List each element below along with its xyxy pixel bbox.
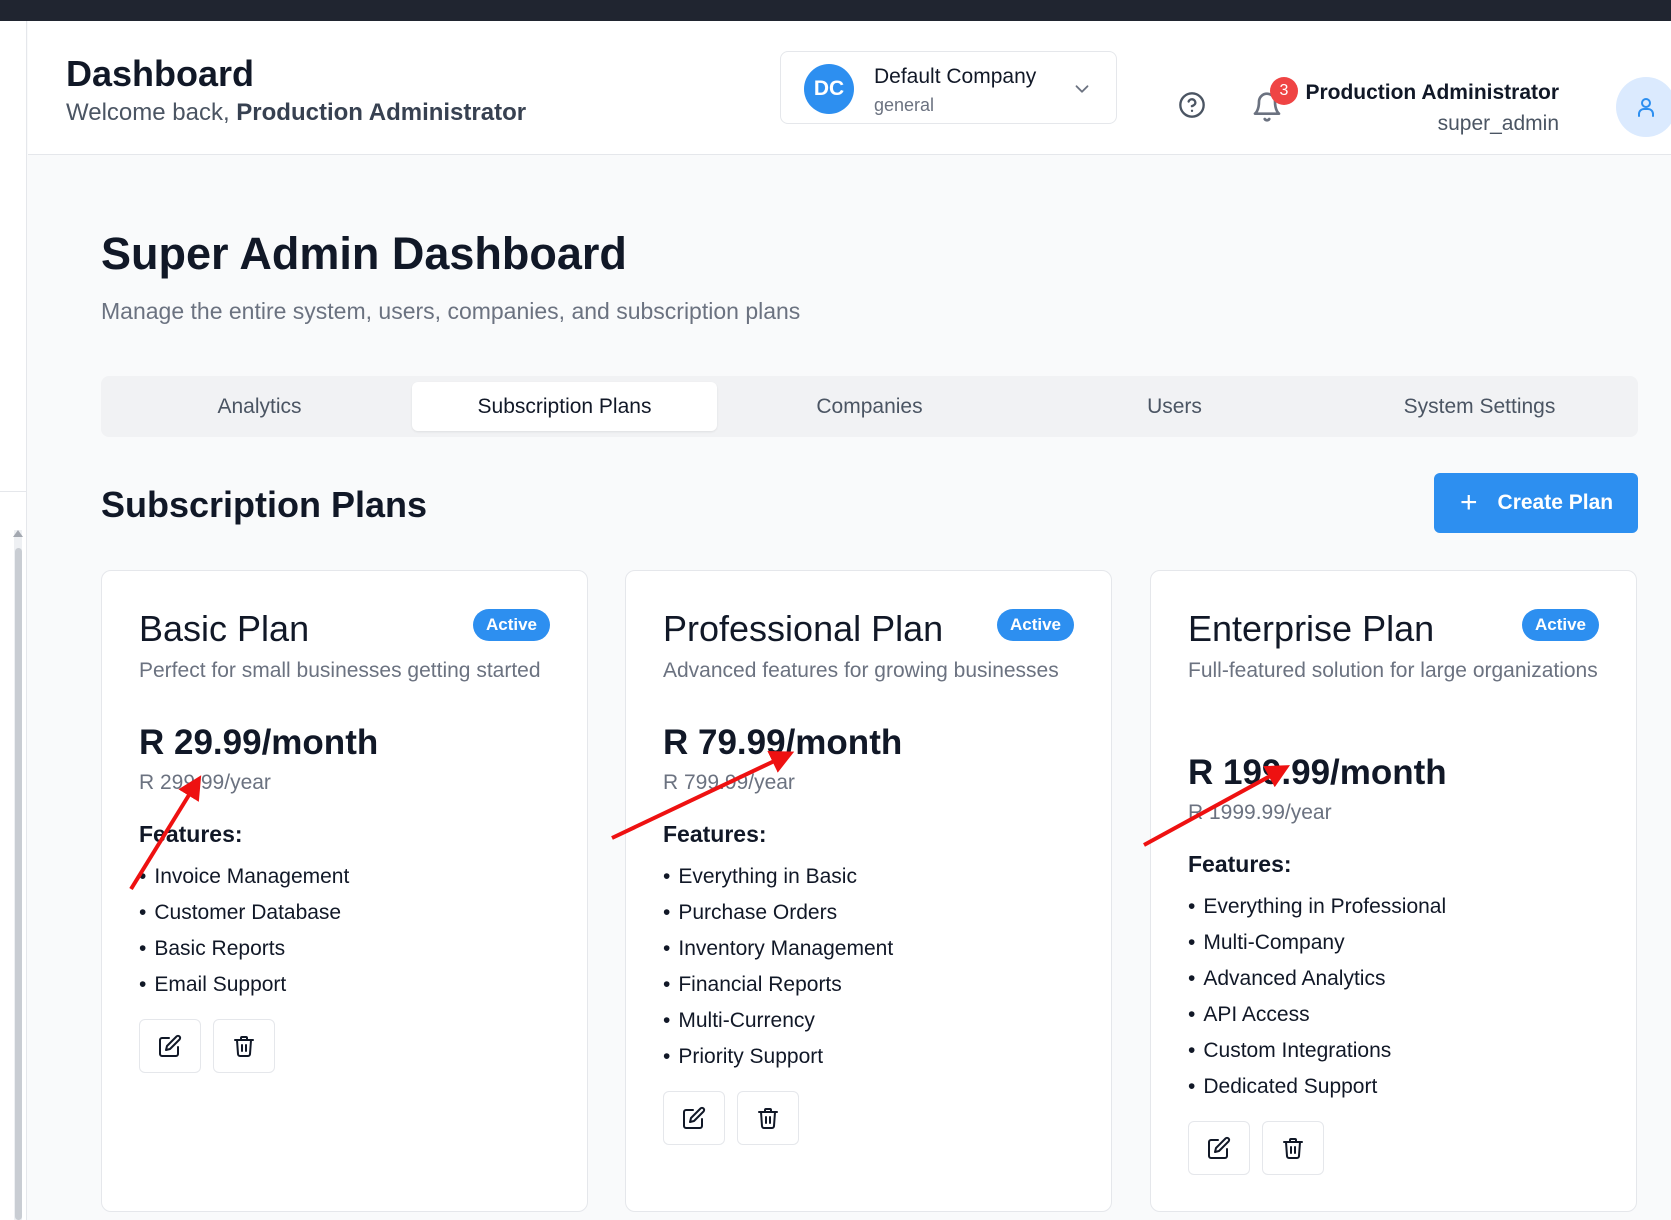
list-item: Invoice Management xyxy=(139,859,349,895)
feature-list: Invoice Management Customer Database Bas… xyxy=(139,859,349,1003)
chevron-down-icon xyxy=(1075,85,1089,93)
welcome-name: Production Administrator xyxy=(236,99,527,126)
plan-actions xyxy=(139,1019,275,1073)
edit-icon xyxy=(1208,1136,1231,1159)
scrollbar-thumb[interactable] xyxy=(15,548,22,1220)
tab-users[interactable]: Users xyxy=(1022,382,1327,431)
delete-plan-button[interactable] xyxy=(737,1091,799,1145)
list-item: Email Support xyxy=(139,967,349,1003)
delete-plan-button[interactable] xyxy=(213,1019,275,1073)
status-badge: Active xyxy=(473,609,550,641)
list-item: Basic Reports xyxy=(139,931,349,967)
plan-monthly-price: R 199.99/month xyxy=(1188,753,1447,792)
header-title: Dashboard xyxy=(66,53,255,94)
plan-description: Advanced features for growing businesses xyxy=(663,659,1059,682)
section-title: Subscription Plans xyxy=(101,484,428,525)
list-item: Customer Database xyxy=(139,895,349,931)
plan-yearly-price: R 1999.99/year xyxy=(1188,801,1332,824)
plan-yearly-price: R 799.99/year xyxy=(663,771,795,794)
list-item: Dedicated Support xyxy=(1188,1069,1446,1105)
list-item: Multi-Company xyxy=(1188,925,1446,961)
plan-description: Full-featured solution for large organiz… xyxy=(1188,659,1598,682)
notification-count-badge: 3 xyxy=(1270,77,1298,105)
trash-icon xyxy=(234,1036,254,1057)
status-badge: Active xyxy=(1522,609,1599,641)
plan-card-basic: Basic Plan Active Perfect for small busi… xyxy=(101,570,588,1212)
left-panel-divider xyxy=(0,491,27,492)
list-item: Priority Support xyxy=(663,1039,893,1075)
plan-monthly-price: R 29.99/month xyxy=(139,723,379,762)
user-role: super_admin xyxy=(1437,112,1559,135)
help-circle-icon[interactable] xyxy=(1178,91,1206,119)
welcome-message: Welcome back, Production Administrator xyxy=(66,99,526,127)
window-top-strip xyxy=(0,0,1671,21)
list-item: Financial Reports xyxy=(663,967,893,1003)
edit-plan-button[interactable] xyxy=(139,1019,201,1073)
plan-description: Perfect for small businesses getting sta… xyxy=(139,659,541,682)
edit-plan-button[interactable] xyxy=(663,1091,725,1145)
list-item: Custom Integrations xyxy=(1188,1033,1446,1069)
welcome-prefix: Welcome back, xyxy=(66,99,237,126)
plan-monthly-price: R 79.99/month xyxy=(663,723,903,762)
scroll-up-arrow-icon[interactable] xyxy=(13,530,23,537)
features-title: Features: xyxy=(1188,851,1292,877)
user-icon xyxy=(1638,98,1654,117)
tab-bar: Analytics Subscription Plans Companies U… xyxy=(101,376,1638,437)
list-item: Purchase Orders xyxy=(663,895,893,931)
plan-name: Basic Plan xyxy=(139,608,310,649)
list-item: Everything in Basic xyxy=(663,859,893,895)
edit-icon xyxy=(159,1034,182,1057)
delete-plan-button[interactable] xyxy=(1262,1121,1324,1175)
company-avatar: DC xyxy=(804,64,854,114)
edit-plan-button[interactable] xyxy=(1188,1121,1250,1175)
create-plan-button[interactable]: + Create Plan xyxy=(1434,473,1638,533)
user-name: Production Administrator xyxy=(1305,81,1559,104)
trash-icon xyxy=(1283,1138,1303,1159)
list-item: Inventory Management xyxy=(663,931,893,967)
plan-card-professional: Professional Plan Active Advanced featur… xyxy=(625,570,1112,1212)
list-item: Everything in Professional xyxy=(1188,889,1446,925)
plus-icon: + xyxy=(1460,486,1478,519)
plan-actions xyxy=(663,1091,799,1145)
company-type: general xyxy=(874,95,935,115)
list-item: Advanced Analytics xyxy=(1188,961,1446,997)
tab-subscription-plans[interactable]: Subscription Plans xyxy=(412,382,717,431)
plan-yearly-price: R 299.99/year xyxy=(139,771,271,794)
user-avatar[interactable] xyxy=(1616,77,1671,137)
tab-system-settings[interactable]: System Settings xyxy=(1327,382,1632,431)
tab-analytics[interactable]: Analytics xyxy=(107,382,412,431)
trash-icon xyxy=(758,1108,778,1129)
plan-name: Enterprise Plan xyxy=(1188,608,1435,649)
create-plan-label: Create Plan xyxy=(1497,491,1614,514)
page-title: Super Admin Dashboard xyxy=(101,228,627,279)
company-switcher[interactable]: DC Default Company general xyxy=(780,51,1117,124)
features-title: Features: xyxy=(663,821,767,847)
edit-icon xyxy=(683,1106,706,1129)
plan-actions xyxy=(1188,1121,1324,1175)
feature-list: Everything in Basic Purchase Orders Inve… xyxy=(663,859,893,1075)
list-item: API Access xyxy=(1188,997,1446,1033)
tab-companies[interactable]: Companies xyxy=(717,382,1022,431)
plan-name: Professional Plan xyxy=(663,608,944,649)
feature-list: Everything in Professional Multi-Company… xyxy=(1188,889,1446,1105)
top-header: Dashboard Welcome back, Production Admin… xyxy=(28,21,1671,155)
plan-card-enterprise: Enterprise Plan Active Full-featured sol… xyxy=(1150,570,1637,1212)
list-item: Multi-Currency xyxy=(663,1003,893,1039)
features-title: Features: xyxy=(139,821,243,847)
company-name: Default Company xyxy=(874,65,1037,88)
page-subtitle: Manage the entire system, users, compani… xyxy=(101,298,801,324)
status-badge: Active xyxy=(997,609,1074,641)
